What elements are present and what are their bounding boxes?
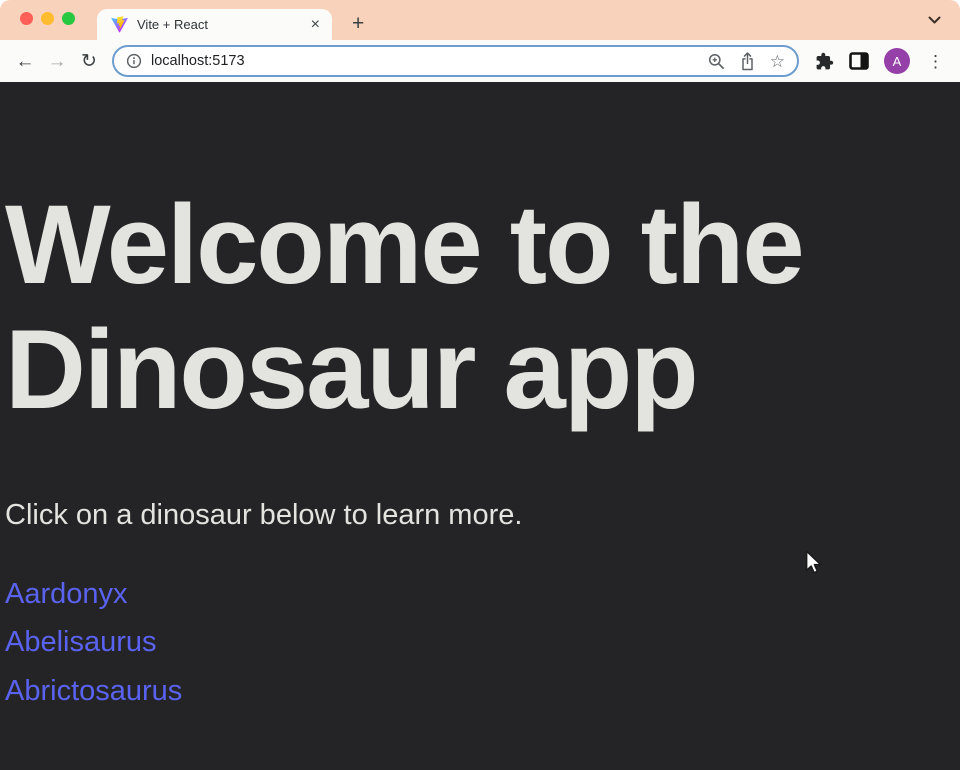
- browser-menu-icon[interactable]: ⋮: [925, 53, 946, 70]
- tab-search-chevron-icon[interactable]: [928, 16, 941, 25]
- side-panel-icon[interactable]: [849, 52, 869, 70]
- tab-close-icon[interactable]: ×: [309, 17, 322, 33]
- back-icon[interactable]: ←: [10, 52, 40, 71]
- vite-favicon-icon: [111, 16, 128, 33]
- page-subtitle: Click on a dinosaur below to learn more.: [5, 495, 955, 536]
- zoom-in-icon[interactable]: [708, 53, 725, 70]
- omnibox-actions: ☆: [708, 52, 785, 71]
- forward-icon[interactable]: →: [42, 52, 72, 71]
- dinosaur-link-list: Aardonyx Abelisaurus Abrictosaurus: [5, 579, 955, 709]
- extensions-puzzle-icon[interactable]: [815, 52, 834, 71]
- traffic-lights: [20, 12, 75, 25]
- browser-toolbar: ← → ↻ localhost:5173: [0, 40, 960, 82]
- bookmark-star-icon[interactable]: ☆: [770, 53, 785, 70]
- dinosaur-link-aardonyx[interactable]: Aardonyx: [5, 579, 128, 611]
- page-title: Welcome to the Dinosaur app: [5, 182, 945, 432]
- browser-tab[interactable]: Vite + React ×: [97, 9, 332, 40]
- tab-title: Vite + React: [137, 17, 300, 32]
- site-info-icon[interactable]: [126, 53, 142, 69]
- dinosaur-link-abelisaurus[interactable]: Abelisaurus: [5, 627, 157, 659]
- zoom-window-button[interactable]: [62, 12, 75, 25]
- close-window-button[interactable]: [20, 12, 33, 25]
- address-bar[interactable]: localhost:5173 ☆: [112, 45, 799, 77]
- tab-strip: Vite + React × +: [0, 0, 960, 40]
- profile-initial: A: [893, 54, 902, 69]
- minimize-window-button[interactable]: [41, 12, 54, 25]
- dinosaur-link-abrictosaurus[interactable]: Abrictosaurus: [5, 676, 182, 708]
- share-icon[interactable]: [740, 52, 755, 71]
- browser-window: Vite + React × + ← → ↻ localhost:5173: [0, 0, 960, 770]
- new-tab-button[interactable]: +: [348, 13, 368, 34]
- profile-avatar[interactable]: A: [884, 48, 910, 74]
- reload-icon[interactable]: ↻: [74, 52, 104, 71]
- page-viewport: Welcome to the Dinosaur app Click on a d…: [0, 82, 960, 770]
- mouse-cursor: [803, 550, 825, 574]
- url-text[interactable]: localhost:5173: [151, 53, 699, 69]
- toolbar-actions: A ⋮: [815, 48, 946, 74]
